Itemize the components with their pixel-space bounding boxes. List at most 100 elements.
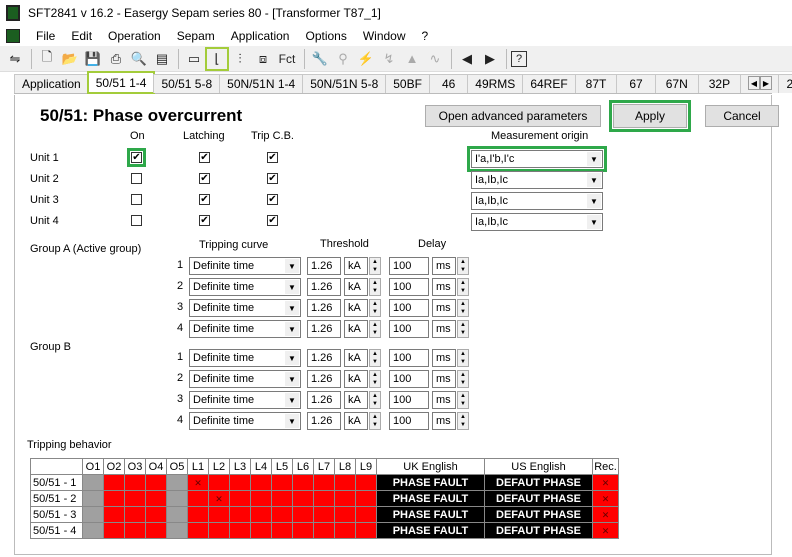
- uk-message-cell[interactable]: PHASE FAULT: [376, 522, 485, 539]
- delay-input[interactable]: 100: [389, 278, 429, 296]
- menu-options[interactable]: Options: [297, 29, 354, 43]
- function-button[interactable]: Fct: [275, 48, 299, 70]
- unit-4-on-checkbox[interactable]: [131, 215, 142, 226]
- threshold-input[interactable]: 1.26: [307, 370, 341, 388]
- tab-67[interactable]: 67: [616, 74, 656, 93]
- matrix-cell[interactable]: [229, 474, 251, 491]
- spin-down-icon[interactable]: ▼: [458, 379, 468, 387]
- spin-up-icon[interactable]: ▲: [370, 392, 380, 400]
- matrix-cell[interactable]: ✕: [187, 474, 209, 491]
- spin-down-icon[interactable]: ▼: [458, 287, 468, 295]
- matrix-cell[interactable]: [82, 522, 104, 539]
- spin-down-icon[interactable]: ▼: [370, 400, 380, 408]
- forward-icon[interactable]: ▶: [479, 48, 501, 70]
- matrix-cell[interactable]: [124, 506, 146, 523]
- delay-input[interactable]: 100: [389, 412, 429, 430]
- tab-50-51-1-4[interactable]: 50/51 1-4: [86, 71, 156, 94]
- tab-50n-51n-1-4[interactable]: 50N/51N 1-4: [219, 74, 304, 93]
- matrix-cell[interactable]: [187, 490, 209, 507]
- matrix-cell[interactable]: [313, 474, 335, 491]
- matrix-cell[interactable]: [103, 490, 125, 507]
- spin-up-icon[interactable]: ▲: [458, 350, 468, 358]
- menu-help[interactable]: ?: [414, 29, 437, 43]
- tripping-curve-select[interactable]: Definite time ▼: [189, 349, 301, 367]
- logic-icon[interactable]: ⧈: [252, 48, 274, 70]
- matrix-cell[interactable]: [271, 522, 293, 539]
- matrix-cell[interactable]: [334, 490, 356, 507]
- matrix-cell[interactable]: [250, 474, 272, 491]
- tab-50bf[interactable]: 50BF: [385, 74, 430, 93]
- tab-67n[interactable]: 67N: [654, 74, 699, 93]
- matrix-cell[interactable]: [103, 474, 125, 491]
- matrix-cell[interactable]: [103, 506, 125, 523]
- matrix-cell[interactable]: [313, 506, 335, 523]
- delay-spinner[interactable]: ▲ ▼: [457, 278, 469, 296]
- spin-up-icon[interactable]: ▲: [458, 279, 468, 287]
- threshold-spinner[interactable]: ▲ ▼: [369, 278, 381, 296]
- threshold-input[interactable]: 1.26: [307, 299, 341, 317]
- tripping-curve-select[interactable]: Definite time ▼: [189, 391, 301, 409]
- threshold-spinner[interactable]: ▲ ▼: [369, 412, 381, 430]
- tab-application[interactable]: Application: [14, 74, 89, 93]
- delay-spinner[interactable]: ▲ ▼: [457, 412, 469, 430]
- spin-down-icon[interactable]: ▼: [370, 421, 380, 429]
- matrix-cell[interactable]: [166, 506, 188, 523]
- delay-spinner[interactable]: ▲ ▼: [457, 299, 469, 317]
- delay-input[interactable]: 100: [389, 391, 429, 409]
- uk-message-cell[interactable]: PHASE FAULT: [376, 506, 485, 523]
- matrix-cell[interactable]: [166, 522, 188, 539]
- spin-down-icon[interactable]: ▼: [370, 287, 380, 295]
- unit-3-origin-select[interactable]: Ia,Ib,Ic ▼: [471, 192, 603, 210]
- matrix-cell[interactable]: [229, 522, 251, 539]
- spin-up-icon[interactable]: ▲: [458, 300, 468, 308]
- matrix-cell[interactable]: [271, 474, 293, 491]
- test-icon[interactable]: ⚲: [332, 48, 354, 70]
- tab-50-51-5-8[interactable]: 50/51 5-8: [153, 74, 221, 93]
- help-icon[interactable]: ?: [511, 50, 527, 67]
- matrix-cell[interactable]: [292, 522, 314, 539]
- spin-down-icon[interactable]: ▼: [370, 358, 380, 366]
- matrix-cell[interactable]: [187, 522, 209, 539]
- matrix-cell[interactable]: [124, 490, 146, 507]
- us-message-cell[interactable]: DEFAUT PHASE: [484, 506, 593, 523]
- tab-87t[interactable]: 87T: [574, 74, 618, 93]
- hardware-icon[interactable]: ▭: [183, 48, 205, 70]
- matrix-cell[interactable]: [145, 506, 167, 523]
- uk-message-cell[interactable]: PHASE FAULT: [376, 474, 485, 491]
- unit-1-on-checkbox[interactable]: ✔: [127, 148, 146, 167]
- wrench-icon[interactable]: 🔧: [309, 48, 331, 70]
- spin-down-icon[interactable]: ▼: [458, 308, 468, 316]
- unit-3-on-checkbox[interactable]: [131, 194, 142, 205]
- delay-input[interactable]: 100: [389, 299, 429, 317]
- matrix-cell[interactable]: [82, 506, 104, 523]
- print-preview-icon[interactable]: 🔍: [128, 48, 150, 70]
- matrix-cell[interactable]: [208, 522, 230, 539]
- us-message-cell[interactable]: DEFAUT PHASE: [484, 474, 593, 491]
- spin-down-icon[interactable]: ▼: [458, 400, 468, 408]
- matrix-cell[interactable]: [166, 474, 188, 491]
- alarm-icon[interactable]: ▲: [401, 48, 423, 70]
- matrix-cell[interactable]: [208, 506, 230, 523]
- document-icon[interactable]: [6, 29, 20, 43]
- menu-operation[interactable]: Operation: [100, 29, 169, 43]
- print-icon[interactable]: ⎙: [105, 48, 127, 70]
- delay-spinner[interactable]: ▲ ▼: [457, 370, 469, 388]
- tab-50n-51n-5-8[interactable]: 50N/51N 5-8: [302, 74, 387, 93]
- back-icon[interactable]: ◀: [456, 48, 478, 70]
- matrix-cell[interactable]: [355, 522, 377, 539]
- spin-up-icon[interactable]: ▲: [370, 279, 380, 287]
- matrix-cell[interactable]: [250, 522, 272, 539]
- spin-down-icon[interactable]: ▼: [458, 358, 468, 366]
- matrix-cell[interactable]: [124, 474, 146, 491]
- matrix-cell[interactable]: [187, 506, 209, 523]
- us-message-cell[interactable]: DEFAUT PHASE: [484, 522, 593, 539]
- spin-up-icon[interactable]: ▲: [370, 350, 380, 358]
- delay-spinner[interactable]: ▲ ▼: [457, 320, 469, 338]
- apply-button[interactable]: Apply: [609, 100, 691, 132]
- matrix-cell[interactable]: [166, 490, 188, 507]
- tab-scroll-left-icon[interactable]: ◀: [748, 76, 760, 90]
- threshold-input[interactable]: 1.26: [307, 391, 341, 409]
- menu-application[interactable]: Application: [223, 29, 298, 43]
- matrix-cell[interactable]: [292, 506, 314, 523]
- spin-up-icon[interactable]: ▲: [458, 258, 468, 266]
